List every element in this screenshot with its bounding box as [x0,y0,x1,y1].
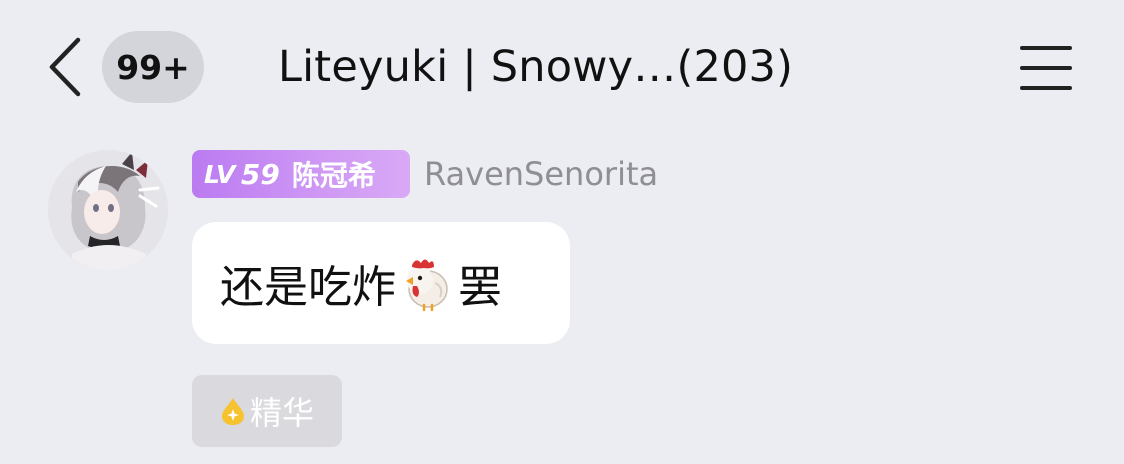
member-title: 陈冠希 [291,159,376,192]
essence-label: 精华 [249,394,314,432]
hamburger-menu-icon [1020,46,1072,50]
sender-name[interactable]: RavenSenorita [424,150,658,198]
unread-count-badge[interactable]: 99+ [102,31,204,103]
menu-button[interactable] [1020,44,1074,92]
chat-title[interactable]: Liteyuki | Snowy…(203) [278,36,968,98]
level-prefix: LV [204,159,235,189]
sender-avatar[interactable] [48,150,168,270]
chicken-emoji-icon [406,259,448,311]
message-bubble[interactable]: 还是吃炸 罢 [192,222,570,344]
level-number: 59 [240,157,280,191]
chevron-left-icon [49,37,81,97]
message-text-after: 罢 [458,262,502,313]
user-avatar [48,150,168,270]
chat-screen: 99+ Liteyuki | Snowy…(203) LV 59 陈冠希 Rav… [0,0,1124,464]
member-level-badge[interactable]: LV 59 陈冠希 [192,150,410,198]
essence-drop-icon [221,398,244,425]
unread-count-text: 99+ [116,47,190,87]
message-text-before: 还是吃炸 [220,262,396,313]
back-button[interactable] [40,34,88,100]
essence-tag[interactable]: 精华 [192,375,342,447]
